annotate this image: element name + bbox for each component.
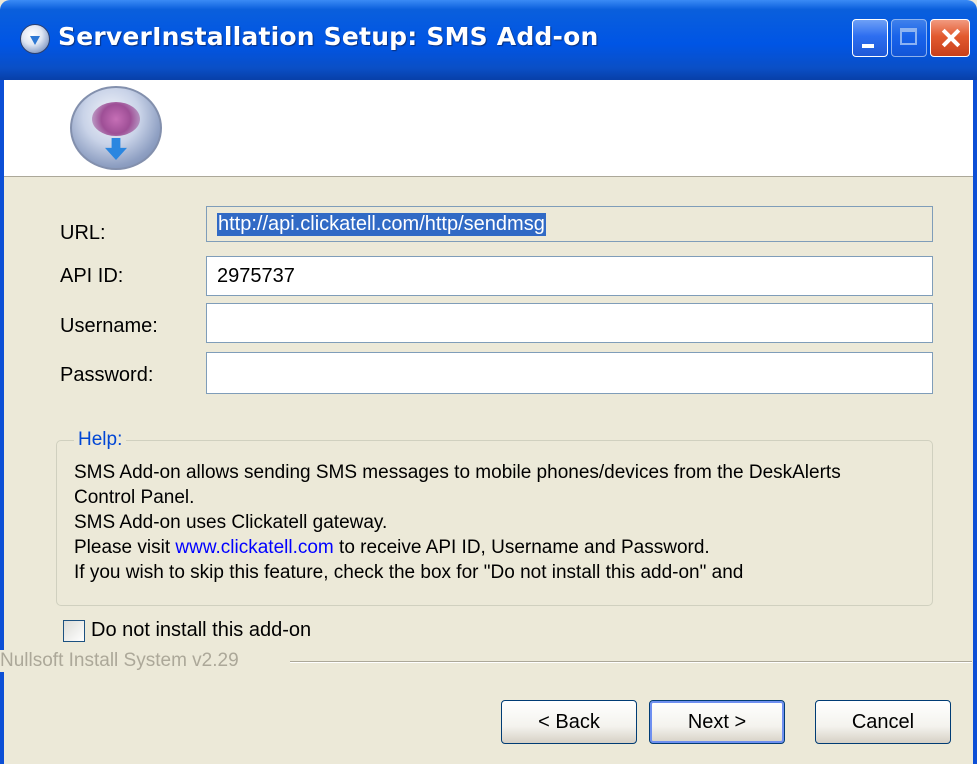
window-frame-right [973,80,977,764]
api-id-label: API ID: [60,265,124,287]
username-label: Username: [60,315,158,337]
api-id-value: 2975737 [217,264,295,287]
help-line-4: Please visit www.clickatell.com to recei… [74,537,710,559]
help-line-4-pre: Please visit [74,537,171,558]
cancel-button[interactable]: Cancel [815,700,951,744]
password-field[interactable] [206,352,933,394]
header-banner [4,80,973,177]
next-button[interactable]: Next > [649,700,785,744]
installer-logo-icon [70,86,162,170]
nsis-branding: Nullsoft Install System v2.29 [0,650,245,672]
maximize-icon [891,19,927,57]
url-value: http://api.clickatell.com/http/sendmsg [217,212,546,236]
url-label: URL: [60,222,106,244]
username-field[interactable] [206,303,933,343]
api-id-field[interactable]: 2975737 [206,256,933,296]
footer-separator [290,661,972,663]
minimize-icon[interactable] [852,19,888,57]
window-title: ServerInstallation Setup: SMS Add-on [58,22,599,51]
help-line-5: If you wish to skip this feature, check … [74,562,744,583]
help-line-2: Control Panel. [74,487,195,508]
back-button-label: < Back [538,710,600,733]
setup-window: ServerInstallation Setup: SMS Add-on URL… [0,0,977,764]
installer-globe-icon [20,24,50,54]
help-line-3: SMS Add-on uses Clickatell gateway. [74,512,388,533]
skip-addon-label[interactable]: Do not install this add-on [91,619,311,642]
clickatell-link[interactable]: www.clickatell.com [175,537,333,558]
help-line-1: SMS Add-on allows sending SMS messages t… [74,462,841,483]
skip-addon-checkbox[interactable] [63,620,85,642]
help-line-4-post: to receive API ID, Username and Password… [339,537,710,558]
password-label: Password: [60,364,154,386]
help-title: Help: [74,429,127,451]
url-field[interactable]: http://api.clickatell.com/http/sendmsg [206,206,933,242]
title-bar[interactable]: ServerInstallation Setup: SMS Add-on [0,0,977,80]
back-button[interactable]: < Back [501,700,637,744]
close-icon[interactable] [930,19,970,57]
cancel-button-label: Cancel [851,710,915,733]
next-button-label: Next > [687,710,747,733]
